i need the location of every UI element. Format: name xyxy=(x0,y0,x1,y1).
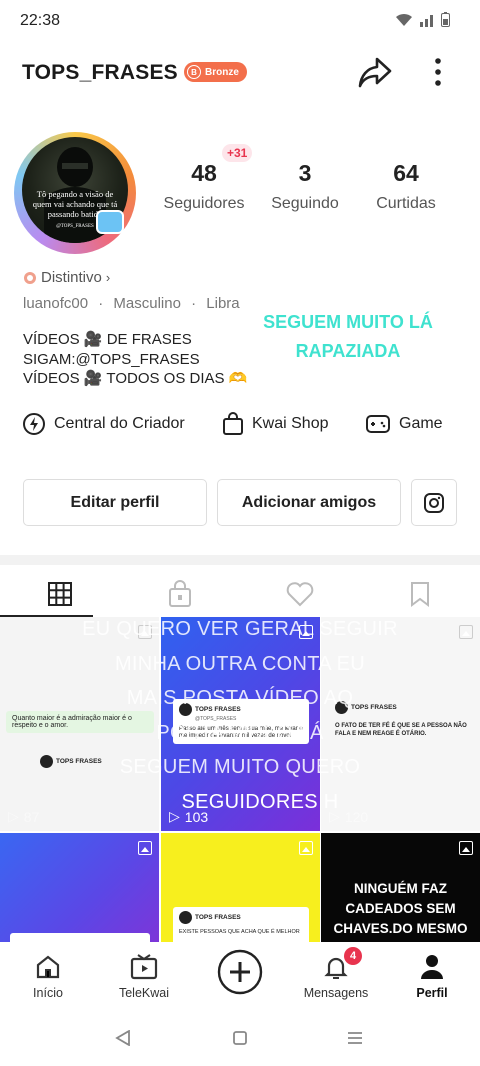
profile-meta: luanofc00 · Masculino · Libra xyxy=(23,295,240,312)
image-post-icon xyxy=(138,841,152,855)
share-icon[interactable] xyxy=(357,55,393,89)
profile-gender: Masculino xyxy=(113,295,181,312)
image-post-icon xyxy=(299,841,313,855)
followers-count: 48 xyxy=(191,160,217,186)
profile-handle: luanofc00 xyxy=(23,295,89,312)
instagram-button[interactable] xyxy=(411,479,457,526)
lock-bag-icon xyxy=(169,580,191,607)
video-thumbnail[interactable]: TOPS FRASES EXISTE PESSOAS QUE ACHA QUE … xyxy=(161,833,320,943)
creator-center-label: Central do Criador xyxy=(54,415,185,432)
nav-home-label: Início xyxy=(33,986,63,1000)
author-avatar xyxy=(179,911,192,924)
overlay-line: MAIS POSTA VÍDEO AQ xyxy=(126,687,354,709)
gamepad-icon xyxy=(366,415,390,433)
likes-stat[interactable]: 64 Curtidas xyxy=(356,160,456,213)
profile-sign: Libra xyxy=(206,295,240,312)
nav-messages[interactable]: Mensagens xyxy=(288,952,384,1000)
nav-messages-label: Mensagens xyxy=(303,986,369,1000)
video-thumbnail[interactable]: NINGUÉM FAZ CADEADOS SEM CHAVES.DO MESMO xyxy=(321,833,480,943)
nav-telekwai-label: TeleKwai xyxy=(118,986,170,1000)
medal-icon: B xyxy=(187,65,201,79)
nav-telekwai[interactable]: TeleKwai xyxy=(96,952,192,1000)
signal-icon xyxy=(420,14,433,27)
create-plus-icon xyxy=(217,949,263,995)
kwai-shop-label: Kwai Shop xyxy=(252,415,329,432)
likes-label: Curtidas xyxy=(376,195,436,212)
overlay-caption-line2: RAPAZIADA xyxy=(295,341,401,361)
tweet-card: TOPS FRASES EXISTE PESSOAS QUE ACHA QUE … xyxy=(173,907,309,943)
avatar-frame-gift-icon xyxy=(96,210,124,234)
home-square-icon[interactable] xyxy=(232,1030,248,1046)
home-icon xyxy=(36,955,60,979)
tab-private[interactable] xyxy=(120,575,240,613)
add-friends-button[interactable]: Adicionar amigos xyxy=(217,479,401,526)
profile-bio: VÍDEOS 🎥 DE FRASES SIGAM:@TOPS_FRASES VÍ… xyxy=(23,330,247,389)
overlay-line: SEGUIDORES H xyxy=(181,790,339,813)
avatar-tag: @TOPS_FRASES xyxy=(56,224,94,229)
distintivo-label: Distintivo xyxy=(41,269,102,286)
distintivo-link[interactable]: Distintivo › xyxy=(23,269,110,286)
following-count: 3 xyxy=(298,160,312,186)
grid-overlay-text: EU QUERO VER GERAL SEGUIR MINHA OUTRA CO… xyxy=(0,612,480,819)
video-thumbnail[interactable] xyxy=(0,833,159,943)
overlay-caption: SEGUEM MUITO LÁ RAPAZIADA xyxy=(250,308,446,366)
bio-line: VÍDEOS 🎥 DE FRASES xyxy=(23,331,192,348)
wifi-icon xyxy=(396,13,412,26)
quote-text: NINGUÉM FAZ CADEADOS SEM CHAVES.DO MESMO xyxy=(333,881,468,936)
person-icon xyxy=(421,955,443,979)
grid-icon xyxy=(48,582,72,606)
followers-label: Seguidores xyxy=(163,195,245,212)
kwai-shop-shortcut[interactable]: Kwai Shop xyxy=(222,412,329,436)
heart-icon xyxy=(286,582,314,607)
followers-stat[interactable]: 48 Seguidores xyxy=(154,160,254,213)
overlay-line: SEGUEM MUITO QUERO xyxy=(119,756,361,778)
profile-username: TOPS_FRASES xyxy=(22,61,178,84)
status-icons xyxy=(395,12,450,27)
tweet-text: EXISTE PESSOAS QUE ACHA QUE É MELHOR xyxy=(179,929,300,935)
recents-icon[interactable] xyxy=(346,1031,364,1045)
bronze-badge[interactable]: B Bronze xyxy=(184,62,247,82)
following-label: Seguindo xyxy=(271,195,339,212)
distintivo-icon xyxy=(24,271,36,284)
overlay-line: MINHA OUTRA CONTA EU xyxy=(114,652,366,675)
badge-label: Bronze xyxy=(205,66,239,78)
game-shortcut[interactable]: Game xyxy=(365,412,443,436)
tab-likes[interactable] xyxy=(240,575,360,613)
overlay-caption-line1: SEGUEM MUITO LÁ xyxy=(263,312,433,332)
tv-icon xyxy=(130,954,158,980)
chevron-right-icon: › xyxy=(105,270,111,285)
section-divider xyxy=(0,555,480,565)
tab-saved[interactable] xyxy=(360,575,480,613)
instagram-icon xyxy=(424,492,444,513)
author-name: TOPS FRASES xyxy=(195,914,241,921)
edit-profile-button[interactable]: Editar perfil xyxy=(23,479,207,526)
overlay-line: EU QUERO VER GERAL SEGUIR xyxy=(82,618,398,640)
following-stat[interactable]: 3 Seguindo xyxy=(255,160,355,213)
nav-profile-label: Perfil xyxy=(416,986,448,1000)
back-icon[interactable] xyxy=(114,1030,132,1046)
game-label: Game xyxy=(399,415,443,432)
bookmark-icon xyxy=(411,582,429,607)
battery-icon xyxy=(441,12,450,27)
creator-center-shortcut[interactable]: Central do Criador xyxy=(22,412,185,436)
nav-create[interactable] xyxy=(192,948,288,999)
overlay-line: POSTA VÍDEO LÁ xyxy=(156,721,324,744)
bio-line: SIGAM:@TOPS_FRASES xyxy=(23,350,200,368)
more-options-icon[interactable] xyxy=(431,57,445,87)
likes-count: 64 xyxy=(393,160,419,186)
shopping-bag-icon xyxy=(223,412,243,435)
image-post-icon xyxy=(459,841,473,855)
lightning-icon xyxy=(23,413,45,435)
tab-posts[interactable] xyxy=(0,575,120,613)
nav-home[interactable]: Início xyxy=(0,952,96,1000)
status-time: 22:38 xyxy=(20,12,61,29)
nav-profile[interactable]: Perfil xyxy=(384,952,480,1000)
messages-badge: 4 xyxy=(344,947,362,965)
bio-line: VÍDEOS 🎥 TODOS OS DIAS 🫶 xyxy=(23,370,248,387)
